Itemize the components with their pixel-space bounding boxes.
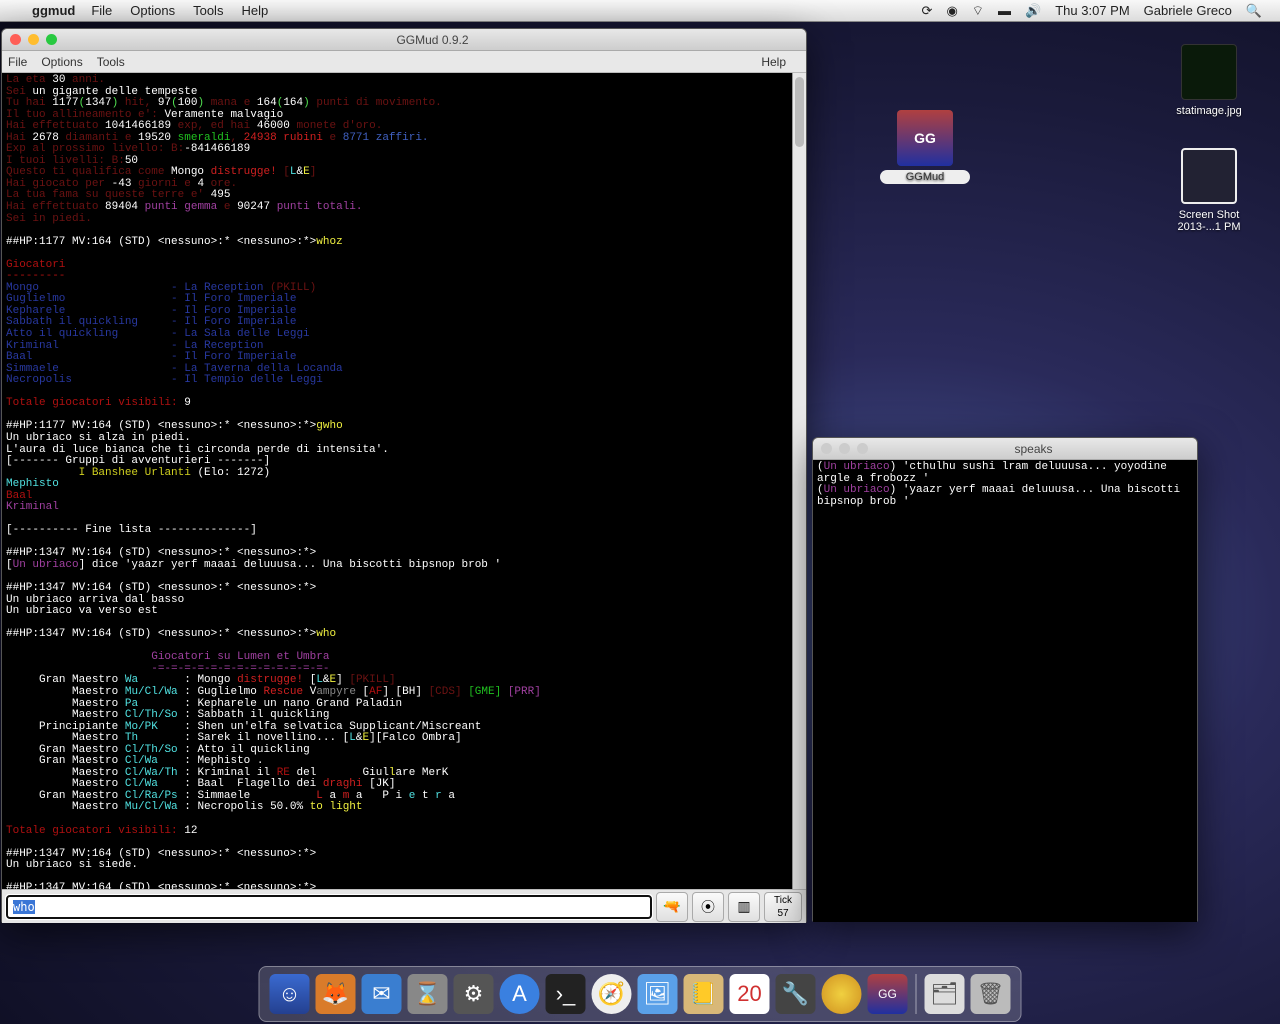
close-icon[interactable] <box>821 443 832 454</box>
tb-options[interactable]: Options <box>41 55 82 69</box>
spotlight-icon[interactable]: 🔍 <box>1246 3 1262 19</box>
window-title: GGMud 0.9.2 <box>67 33 798 47</box>
zoom-icon[interactable] <box>857 443 868 454</box>
desktop-label: GGMud <box>880 170 970 184</box>
dock-warn-icon[interactable] <box>822 974 862 1014</box>
status-icon-volume[interactable]: 🔊 <box>1025 3 1041 19</box>
desktop-label: Screen Shot2013-...1 PM <box>1164 208 1254 234</box>
desktop-label: statimage.jpg <box>1164 104 1254 118</box>
menu-help[interactable]: Help <box>241 3 268 18</box>
dock-appstore-icon[interactable]: A <box>500 974 540 1014</box>
status-icon-globe[interactable]: ◉ <box>946 3 957 19</box>
dock-trash-icon[interactable]: 🗑 <box>971 974 1011 1014</box>
titlebar[interactable]: speaks <box>813 438 1197 460</box>
close-icon[interactable] <box>10 34 21 45</box>
dock-settings-icon[interactable]: ⚙ <box>454 974 494 1014</box>
bottom-bar: 🔫 ⦿ ▥ Tick 57 <box>2 889 806 923</box>
dock-contacts-icon[interactable]: 📒 <box>684 974 724 1014</box>
dock-ggmud-icon[interactable]: GG <box>868 974 908 1014</box>
dock-terminal-icon[interactable]: ›_ <box>546 974 586 1014</box>
dock-folder-icon[interactable]: 🗂 <box>925 974 965 1014</box>
status-icon-sync[interactable]: ⟳ <box>922 3 933 19</box>
status-icon-battery[interactable]: ▬ <box>998 3 1011 18</box>
speaks-window: speaks (Un ubriaco) 'cthulhu sushi lram … <box>812 437 1198 922</box>
terminal-scrollbar[interactable] <box>792 73 806 889</box>
output-terminal[interactable]: La eta 30 anni. Sei un gigante delle tem… <box>2 73 806 889</box>
window-toolbar: File Options Tools Help <box>2 51 806 73</box>
record-button[interactable]: ⦿ <box>692 892 724 922</box>
command-input[interactable] <box>6 895 652 919</box>
scroll-thumb[interactable] <box>795 77 804 147</box>
menubar-user[interactable]: Gabriele Greco <box>1144 3 1232 18</box>
mac-menubar: ggmud File Options Tools Help ⟳ ◉ ⌔ ▬ 🔊 … <box>0 0 1280 22</box>
minimize-icon[interactable] <box>839 443 850 454</box>
dock-compass-icon[interactable]: 🧭 <box>592 974 632 1014</box>
menu-tools[interactable]: Tools <box>193 3 223 18</box>
dock-firefox-icon[interactable]: 🦊 <box>316 974 356 1014</box>
zoom-icon[interactable] <box>46 34 57 45</box>
dock-calendar-icon[interactable]: 20 <box>730 974 770 1014</box>
pistol-button[interactable]: 🔫 <box>656 892 688 922</box>
tb-file[interactable]: File <box>8 55 27 69</box>
tb-help[interactable]: Help <box>761 55 786 69</box>
dock: ☺ 🦊 ✉ ⌛ ⚙ A ›_ 🧭 🖼 📒 20 🔧 GG 🗂 🗑 <box>259 966 1022 1022</box>
menu-options[interactable]: Options <box>130 3 175 18</box>
titlebar[interactable]: GGMud 0.9.2 <box>2 29 806 51</box>
status-icon-wifi[interactable]: ⌔ <box>972 3 984 19</box>
tick-counter: Tick 57 <box>764 892 802 922</box>
app-name[interactable]: ggmud <box>32 3 75 18</box>
dock-separator <box>916 974 917 1014</box>
desktop-icon-screenshot[interactable]: Screen Shot2013-...1 PM <box>1164 148 1254 234</box>
desktop-icon-statimage[interactable]: statimage.jpg <box>1164 44 1254 118</box>
speaks-terminal[interactable]: (Un ubriaco) 'cthulhu sushi lram deluuus… <box>813 460 1197 922</box>
desktop-icon-ggmud[interactable]: GG GGMud <box>880 110 970 184</box>
dock-mail-icon[interactable]: ✉ <box>362 974 402 1014</box>
window-title: speaks <box>878 442 1189 456</box>
minimize-icon[interactable] <box>28 34 39 45</box>
dock-finder-icon[interactable]: ☺ <box>270 974 310 1014</box>
dock-preview-icon[interactable]: 🖼 <box>638 974 678 1014</box>
dock-tool-icon[interactable]: 🔧 <box>776 974 816 1014</box>
ggmud-window: GGMud 0.9.2 File Options Tools Help La e… <box>1 28 807 923</box>
tb-tools[interactable]: Tools <box>97 55 125 69</box>
dock-safari-icon[interactable]: ⌛ <box>408 974 448 1014</box>
menubar-clock[interactable]: Thu 3:07 PM <box>1055 3 1129 18</box>
menu-file[interactable]: File <box>91 3 112 18</box>
page-button[interactable]: ▥ <box>728 892 760 922</box>
